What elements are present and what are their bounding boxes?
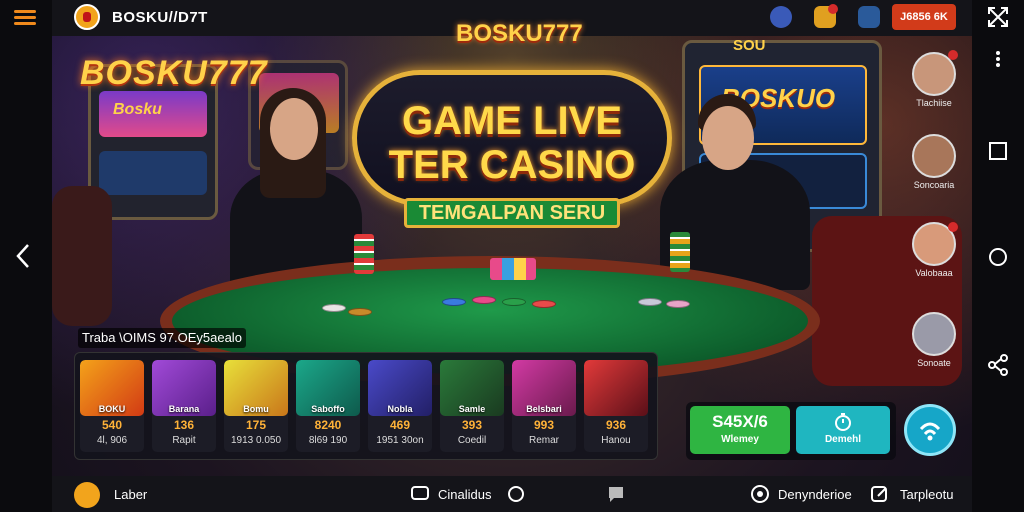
secondary-button[interactable]: Demehl <box>796 406 890 454</box>
timer-icon <box>796 412 890 432</box>
game-card-value: 393 <box>461 418 483 432</box>
game-card-subtitle: Hanou <box>601 435 631 446</box>
chat-fab-button[interactable] <box>904 404 956 456</box>
chip <box>442 298 466 306</box>
slot-top-text: SOU <box>733 37 766 54</box>
game-card-value: 993 <box>533 418 555 432</box>
game-card-title: Belsbari <box>526 404 562 414</box>
bottom-mid-label[interactable]: Cinalidus <box>438 487 491 502</box>
bottom-bar: Laber Cinalidus Denynderioe Tarpleotu <box>52 476 972 512</box>
game-card-title: Nobla <box>387 404 413 414</box>
player-name: Tlachiise <box>916 98 952 108</box>
more-options-icon[interactable] <box>987 48 1009 70</box>
secondary-button-label: Demehl <box>824 434 862 445</box>
dealer-female-head <box>270 98 318 160</box>
gamepad-icon[interactable] <box>750 484 770 504</box>
game-card-title: Samle <box>458 404 486 414</box>
player-avatar[interactable] <box>912 134 956 178</box>
right-nav-bar <box>972 0 1024 512</box>
chip <box>322 304 346 312</box>
chip-stack <box>490 258 536 280</box>
back-arrow-icon[interactable] <box>12 242 34 270</box>
game-card-subtitle: 1951 30on <box>376 435 424 446</box>
chip <box>532 300 556 308</box>
left-nav-bar <box>0 0 52 512</box>
share-icon[interactable] <box>987 354 1009 376</box>
game-card-subtitle: Remar <box>528 435 559 446</box>
chip <box>348 308 372 316</box>
primary-bet-label: Wlemey <box>721 434 759 445</box>
menu-icon[interactable] <box>14 10 36 25</box>
player-name: Valobaaa <box>915 268 953 278</box>
dealer-male-head <box>702 106 754 170</box>
game-card-value: 136 <box>173 418 195 432</box>
game-card-value: 8240 <box>314 418 342 432</box>
coin-icon[interactable] <box>74 482 100 508</box>
headline-sign: GAME LIVE TER CASINO <box>352 70 672 206</box>
chip-stack <box>670 232 690 272</box>
heart-icon[interactable] <box>506 484 526 504</box>
recents-square-icon[interactable] <box>987 140 1009 162</box>
edit-icon[interactable] <box>870 484 890 504</box>
chip-stack <box>354 234 374 274</box>
chip <box>472 296 496 304</box>
app-logo-icon[interactable] <box>74 4 100 30</box>
game-card-title: Bomu <box>243 404 269 414</box>
app-screen: BOSKU//D7T J6856 6K Bosku SOU BOSKUO BOS… <box>0 0 1024 512</box>
game-card-value: 540 <box>101 418 123 432</box>
player-avatar[interactable] <box>912 312 956 356</box>
game-card-title: Barana <box>168 404 200 414</box>
game-card-subtitle: 1913 0.050 <box>230 435 282 446</box>
brand-logo-left: BOSKU777 <box>80 54 268 92</box>
bottom-right1-label[interactable]: Denynderioe <box>778 487 852 502</box>
game-card-subtitle: 4l, 906 <box>96 435 128 446</box>
subtitle-ribbon: TEMGALPAN SERU <box>404 198 620 228</box>
game-strip-label: Traba \OIMS 97.OEy5aealo <box>78 328 246 348</box>
game-card[interactable]: Belsbari 993 Remar <box>512 360 576 452</box>
game-card[interactable]: Bomu 175 1913 0.050 <box>224 360 288 452</box>
app-title: BOSKU//D7T <box>112 9 208 26</box>
game-card-value: 175 <box>245 418 267 432</box>
game-card[interactable]: BOKU 540 4l, 906 <box>80 360 144 452</box>
game-card-subtitle: Coedil <box>457 435 487 446</box>
support-agent-icon[interactable] <box>770 6 792 28</box>
wallet-icon[interactable] <box>858 6 880 28</box>
brand-logo-top: BOSKU777 <box>456 20 583 47</box>
chair-left <box>52 186 112 326</box>
game-card-value: 936 <box>605 418 627 432</box>
game-card[interactable]: Saboffo 8240 8l69 190 <box>296 360 360 452</box>
game-card-art <box>584 360 648 416</box>
message-icon[interactable] <box>606 484 626 504</box>
game-card[interactable]: Nobla 469 1951 30on <box>368 360 432 452</box>
balance-button[interactable]: J6856 6K <box>892 4 956 30</box>
chip <box>502 298 526 306</box>
chat-bubble-icon[interactable] <box>410 484 430 504</box>
headline-line1: GAME LIVE <box>401 99 623 143</box>
fullscreen-icon[interactable] <box>987 6 1009 28</box>
notification-dot <box>948 50 958 60</box>
game-card-value: 469 <box>389 418 411 432</box>
notification-dot <box>828 4 838 14</box>
bottom-right2-label[interactable]: Tarpleotu <box>900 487 953 502</box>
player-name: Sonoate <box>917 358 951 368</box>
bottom-left-label[interactable]: Laber <box>114 487 147 502</box>
game-card-subtitle: 8l69 190 <box>308 435 348 446</box>
headline-line2: TER CASINO <box>388 143 636 187</box>
chip <box>638 298 662 306</box>
game-card[interactable]: 936 Hanou <box>584 360 648 452</box>
chip <box>666 300 690 308</box>
primary-bet-value: S45X/6 <box>712 412 768 431</box>
notification-dot <box>948 222 958 232</box>
primary-bet-button[interactable]: S45X/6 Wlemey <box>690 406 790 454</box>
game-card-subtitle: Rapit <box>172 435 196 446</box>
player-name: Soncoaria <box>913 180 955 190</box>
game-card[interactable]: Samle 393 Coedil <box>440 360 504 452</box>
game-card-title: Saboffo <box>311 404 345 414</box>
slot-left-text: Bosku <box>113 101 162 118</box>
game-card-title: BOKU <box>98 404 126 414</box>
game-card[interactable]: Barana 136 Rapit <box>152 360 216 452</box>
home-circle-icon[interactable] <box>987 246 1009 268</box>
